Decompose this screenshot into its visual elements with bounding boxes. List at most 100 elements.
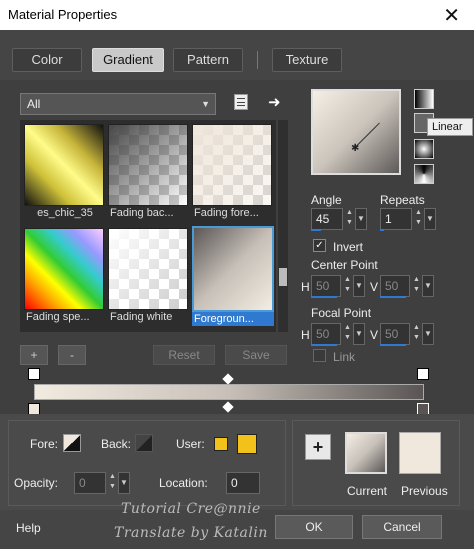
repeats-dropdown-icon[interactable]: ▼ [424,208,436,230]
location-input[interactable]: 0 [226,472,260,494]
linear-gradient-icon[interactable] [414,89,434,109]
gradient-thumb-es-chic[interactable]: es_chic_35 [24,124,104,222]
focal-v-dropdown-icon[interactable]: ▼ [422,323,434,345]
library-browser-icon[interactable] [234,94,248,110]
opacity-label: Opacity: [14,476,59,490]
invert-checkbox[interactable]: ✓ [313,239,326,252]
repeats-label: Repeats [380,193,425,207]
close-icon[interactable]: ✕ [443,3,460,28]
focal-h-slider[interactable] [311,344,337,346]
opacity-input[interactable]: 0 [74,472,106,494]
center-v-dropdown-icon[interactable]: ▼ [422,275,434,297]
gradient-editor-bar[interactable] [34,384,424,400]
center-point-label: Center Point [311,258,378,272]
gradient-swatch [108,124,188,206]
gradient-thumb-fading-back[interactable]: Fading bac... [108,124,188,222]
focal-v-label: V [370,328,379,342]
invert-label: Invert [333,240,364,254]
focal-h-dropdown-icon[interactable]: ▼ [353,323,365,345]
focal-point-label: Focal Point [311,306,372,320]
cancel-button[interactable]: Cancel [362,515,442,539]
center-h-label: H [301,280,310,294]
library-scrollbar[interactable] [278,120,288,332]
angle-dropdown-icon[interactable]: ▼ [355,208,367,230]
arrow-right-icon[interactable]: ➜ [268,93,281,111]
gradient-thumb-fading-white[interactable]: Fading white [108,228,188,326]
save-gradient-button[interactable]: Save [225,345,287,365]
focal-v-input[interactable]: 50 [380,323,410,345]
center-h-slider[interactable] [311,296,337,298]
location-label: Location: [159,476,208,490]
gradient-label: Fading spe... [26,311,90,323]
current-label: Current [347,484,388,498]
color-stop-marker-left[interactable] [28,368,40,380]
gradient-swatch [192,124,272,206]
current-swatch[interactable] [345,432,387,474]
center-v-slider[interactable] [380,296,406,298]
tooltip: Linear [427,118,473,136]
fore-label: Fore: [30,437,59,451]
scrollbar-thumb[interactable] [279,268,287,286]
gradient-label: Foregroun... [192,312,274,326]
ok-button[interactable]: OK [275,515,353,539]
gradient-thumb-foreground[interactable]: Foregroun... [192,226,274,328]
tab-gradient[interactable]: Gradient [92,48,164,72]
window-title: Material Properties [8,7,118,22]
gradient-label: Fading bac... [110,207,174,219]
repeats-input[interactable]: 1 [380,208,412,230]
center-h-input[interactable]: 50 [311,275,341,297]
link-checkbox[interactable] [313,349,326,362]
gradient-swatch [192,226,274,312]
user-label: User: [176,437,205,451]
category-dropdown[interactable]: All ▼ [20,93,216,115]
chevron-down-icon: ▼ [201,99,210,109]
center-h-dropdown-icon[interactable]: ▼ [353,275,365,297]
link-label: Link [333,350,356,364]
gradient-label: Fading fore... [194,207,259,219]
help-link[interactable]: Help [16,521,41,535]
gradient-preview[interactable]: ✱ [311,89,401,175]
gradient-swatch [108,228,188,310]
gradient-label: es_chic_35 [37,207,93,219]
focal-h-label: H [301,328,310,342]
gradient-library-grid: es_chic_35 Fading bac... Fading fore... … [20,120,276,332]
add-gradient-button[interactable]: + [20,345,48,365]
user-color-swatch[interactable] [237,434,257,454]
opacity-dropdown-icon[interactable]: ▼ [118,472,130,494]
fore-stop-icon[interactable] [63,434,81,452]
tab-texture[interactable]: Texture [272,48,342,72]
gradient-thumb-fading-spectrum[interactable]: Fading spe... [24,228,104,326]
back-label: Back: [101,437,132,451]
watermark: Tutorial Cre@nnie Translate by Katalin [114,497,268,545]
tab-pattern[interactable]: Pattern [173,48,243,72]
color-stop-marker-right[interactable] [417,368,429,380]
gradient-label: Fading white [110,311,173,323]
repeats-slider[interactable] [380,229,384,231]
gradient-swatch [24,124,104,206]
focal-v-slider[interactable] [380,344,406,346]
gradient-swatch [24,228,104,310]
back-stop-icon[interactable] [135,434,153,452]
focal-h-input[interactable]: 50 [311,323,341,345]
category-value: All [27,97,41,111]
tab-separator [257,51,258,69]
tab-color[interactable]: Color [12,48,82,72]
radial-gradient-icon[interactable] [414,139,434,159]
gradient-thumb-fading-fore[interactable]: Fading fore... [192,124,272,222]
watermark-line-1: Tutorial Cre@nnie [121,501,261,517]
angle-slider[interactable] [311,229,321,231]
watermark-line-2: Translate by Katalin [114,525,268,541]
sunburst-gradient-icon[interactable] [414,164,434,184]
title-bar: Material Properties ✕ [0,0,474,30]
angle-input[interactable]: 45 [311,208,343,230]
center-v-input[interactable]: 50 [380,275,410,297]
center-point-icon[interactable]: ✱ [351,143,359,154]
reset-button[interactable]: Reset [153,345,215,365]
angle-label: Angle [311,193,342,207]
previous-label: Previous [401,484,448,498]
add-to-swatch-button[interactable]: + [305,434,331,460]
previous-swatch[interactable] [399,432,441,474]
center-v-label: V [370,280,379,294]
remove-gradient-button[interactable]: - [58,345,86,365]
user-color-icon[interactable] [214,437,228,451]
